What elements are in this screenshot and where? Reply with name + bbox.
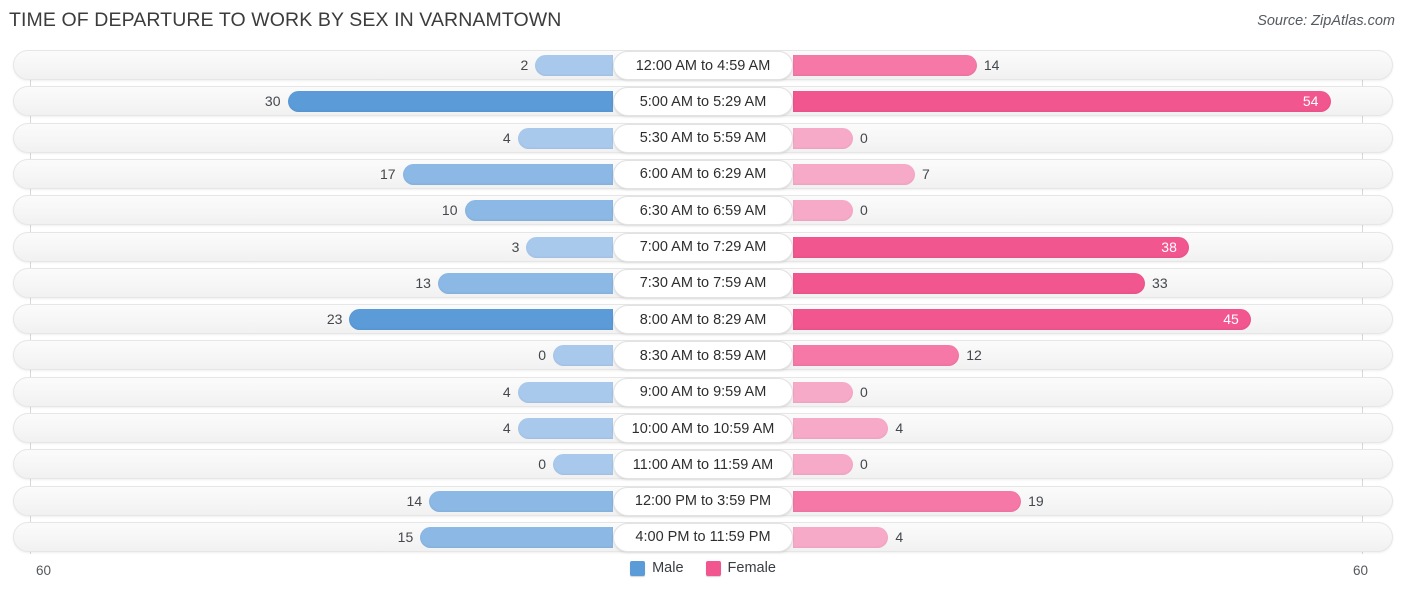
bar-female[interactable] (793, 200, 853, 222)
legend-label: Female (727, 560, 776, 576)
category-label-pill[interactable]: 7:30 AM to 7:59 AM (613, 268, 793, 298)
bar-male[interactable] (349, 309, 613, 331)
value-label-male: 4 (502, 129, 511, 146)
legend-swatch (705, 560, 721, 576)
bar-female[interactable] (793, 454, 853, 476)
bar-male[interactable] (420, 526, 613, 548)
value-label-female: 12 (966, 347, 982, 364)
value-label-male: 0 (538, 347, 546, 364)
category-label-pill[interactable]: 10:00 AM to 10:59 AM (613, 414, 793, 443)
chart-row: 14 19 12:00 PM to 3:59 PM (0, 485, 1406, 518)
value-label-male: 10 (441, 202, 458, 219)
category-label-pill[interactable]: 9:00 AM to 9:59 AM (613, 377, 793, 407)
chart-row: 0 0 11:00 AM to 11:59 AM (0, 449, 1406, 481)
value-label-male: 0 (538, 456, 546, 473)
value-label-male: 14 (406, 492, 423, 509)
value-label-male: 15 (397, 528, 414, 545)
bar-female[interactable] (793, 418, 889, 439)
bar-male[interactable] (553, 454, 613, 476)
category-label-pill[interactable]: 7:00 AM to 7:29 AM (613, 232, 793, 262)
category-label-pill[interactable]: 8:30 AM to 8:59 AM (613, 341, 793, 371)
bar-female[interactable] (793, 381, 853, 403)
value-label-male: 4 (502, 383, 511, 400)
chart-legend: Male Female (0, 560, 1406, 576)
category-label-pill[interactable]: 8:00 AM to 8:29 AM (613, 305, 793, 335)
value-label-female: 4 (895, 528, 904, 545)
bar-male[interactable] (429, 490, 613, 512)
bar-male[interactable] (517, 127, 613, 149)
chart-row: 17 7 6:00 AM to 6:29 AM (0, 158, 1406, 191)
bar-male[interactable] (464, 200, 613, 222)
bar-female[interactable] (793, 526, 889, 548)
value-label-male: 13 (415, 274, 431, 291)
value-label-female: 0 (860, 383, 868, 400)
chart-row: 4 0 5:30 AM to 5:59 AM (0, 122, 1406, 155)
category-label-pill[interactable]: 11:00 AM to 11:59 AM (613, 450, 793, 480)
page-title: TIME OF DEPARTURE TO WORK BY SEX IN VARN… (9, 9, 562, 31)
bar-female[interactable] (793, 91, 1331, 113)
value-label-female: 14 (983, 57, 1000, 73)
value-label-female: 0 (860, 129, 868, 146)
chart-row: 13 33 7:30 AM to 7:59 AM (0, 267, 1406, 300)
bar-female[interactable] (793, 345, 960, 367)
chart-row: 3 38 7:00 AM to 7:29 AM (0, 231, 1406, 264)
category-label-pill[interactable]: 5:30 AM to 5:59 AM (613, 123, 793, 153)
bar-female[interactable] (793, 163, 915, 185)
legend-item[interactable]: Male (630, 560, 684, 576)
legend-item[interactable]: Female (705, 560, 776, 576)
category-label-pill[interactable]: 6:30 AM to 6:59 AM (613, 196, 793, 226)
bar-female[interactable] (793, 490, 1022, 512)
category-label-pill[interactable]: 12:00 AM to 4:59 AM (613, 51, 793, 80)
chart-root: TIME OF DEPARTURE TO WORK BY SEX IN VARN… (0, 0, 1406, 595)
legend-label: Male (652, 560, 684, 576)
value-label-male: 4 (502, 420, 511, 436)
chart-row: 30 54 5:00 AM to 5:29 AM (0, 86, 1406, 118)
chart-row: 4 0 9:00 AM to 9:59 AM (0, 376, 1406, 409)
bar-male[interactable] (437, 272, 613, 294)
chart-row: 4 4 10:00 AM to 10:59 AM (0, 413, 1406, 445)
category-label-pill[interactable]: 6:00 AM to 6:29 AM (613, 159, 793, 189)
bar-male[interactable] (402, 163, 613, 185)
bar-male[interactable] (517, 418, 613, 439)
value-label-female: 4 (895, 420, 904, 436)
value-label-female: 7 (921, 165, 930, 182)
legend-swatch (630, 560, 646, 576)
value-label-female: 45 (1223, 311, 1239, 328)
value-label-female: 33 (1152, 274, 1168, 291)
chart-row: 23 45 8:00 AM to 8:29 AM (0, 304, 1406, 336)
value-label-male: 2 (520, 57, 529, 73)
chart-plot-area: 2 14 12:00 AM to 4:59 AM 30 54 5:00 AM to 5:2… (0, 50, 1406, 558)
bar-male[interactable] (535, 55, 613, 76)
value-label-female: 54 (1302, 93, 1319, 110)
bar-female[interactable] (793, 272, 1146, 294)
bar-male[interactable] (287, 91, 613, 113)
value-label-female: 0 (860, 456, 868, 473)
category-label-pill[interactable]: 5:00 AM to 5:29 AM (613, 87, 793, 117)
chart-row: 10 0 6:30 AM to 6:59 AM (0, 195, 1406, 227)
chart-row: 0 12 8:30 AM to 8:59 AM (0, 340, 1406, 372)
bar-female[interactable] (793, 236, 1190, 258)
value-label-male: 17 (379, 165, 396, 182)
value-label-female: 19 (1028, 492, 1044, 509)
value-label-male: 30 (264, 93, 281, 110)
value-label-female: 38 (1161, 238, 1177, 255)
bar-male[interactable] (526, 236, 613, 258)
bar-female[interactable] (793, 309, 1252, 331)
chart-row: 2 14 12:00 AM to 4:59 AM (0, 50, 1406, 82)
bar-female[interactable] (793, 55, 977, 76)
bar-male[interactable] (517, 381, 613, 403)
value-label-male: 3 (511, 238, 520, 255)
bar-female[interactable] (793, 127, 853, 149)
category-label-pill[interactable]: 4:00 PM to 11:59 PM (613, 522, 793, 552)
value-label-female: 0 (860, 202, 868, 219)
chart-row: 15 4 4:00 PM to 11:59 PM (0, 521, 1406, 554)
bar-male[interactable] (553, 345, 613, 367)
category-label-pill[interactable]: 12:00 PM to 3:59 PM (613, 486, 793, 516)
source-attribution: Source: ZipAtlas.com (1257, 13, 1395, 29)
value-label-male: 23 (326, 311, 343, 328)
